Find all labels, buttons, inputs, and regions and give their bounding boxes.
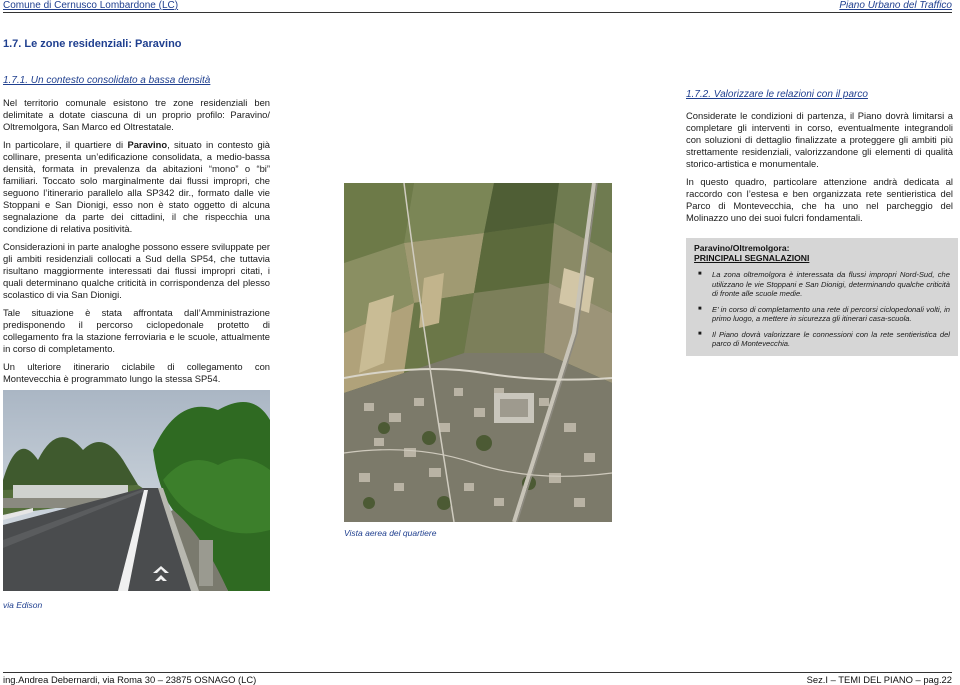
right-subtitle: 1.7.2. Valorizzare le relazioni con il p… xyxy=(686,89,868,100)
header-document-title: Piano Urbano del Traffico xyxy=(839,0,952,11)
footer-divider xyxy=(3,672,952,673)
paragraph: Nel territorio comunale esistono tre zon… xyxy=(3,97,270,132)
box-title: Paravino/Oltremolgora: xyxy=(694,243,790,253)
paragraph: Considerate le condizioni di partenza, i… xyxy=(686,110,953,169)
footer-page-info: Sez.I – TEMI DEL PIANO – pag.22 xyxy=(806,674,952,685)
paragraph: In questo quadro, particolare attenzione… xyxy=(686,176,953,223)
list-item: ■ E’ in corso di completamento una rete d… xyxy=(698,304,950,324)
left-subtitle: 1.7.1. Un contesto consolidato a bassa d… xyxy=(3,75,211,86)
right-text-column: Considerate le condizioni di partenza, i… xyxy=(686,110,953,230)
aerial-photo-caption: Vista aerea del quartiere xyxy=(344,528,437,538)
header-municipality: Comune di Cernusco Lombardone (LC) xyxy=(3,0,179,11)
paragraph: In particolare, il quartiere di Paravino… xyxy=(3,139,270,234)
paragraph: Tale situazione è stata affrontata dall’… xyxy=(3,307,270,354)
street-photo xyxy=(3,390,270,591)
square-bullet-icon: ■ xyxy=(698,330,702,337)
square-bullet-icon: ■ xyxy=(698,305,702,312)
paragraph: Un ulteriore itinerario ciclabile di col… xyxy=(3,361,270,384)
section-title: 1.7. Le zone residenziali: Paravino xyxy=(3,38,182,50)
reports-list: ■ La zona oltremolgora è interessata da f… xyxy=(694,270,950,349)
bold-term: Paravino xyxy=(127,139,168,150)
street-photo-caption: via Edison xyxy=(3,600,43,610)
left-text-column: Nel territorio comunale esistono tre zon… xyxy=(3,97,270,391)
aerial-photo xyxy=(344,183,612,522)
list-item: ■ Il Piano dovrà valorizzare le connessio… xyxy=(698,329,950,349)
box-subtitle: PRINCIPALI SEGNALAZIONI xyxy=(694,253,810,263)
list-item: ■ La zona oltremolgora è interessata da f… xyxy=(698,270,950,298)
square-bullet-icon: ■ xyxy=(698,271,702,277)
reports-box: Paravino/Oltremolgora: PRINCIPALI SEGNAL… xyxy=(686,238,958,356)
footer-author: ing.Andrea Debernardi, via Roma 30 – 238… xyxy=(3,674,257,685)
paragraph: Considerazioni in parte analoghe possono… xyxy=(3,241,270,300)
header-divider xyxy=(3,12,952,13)
